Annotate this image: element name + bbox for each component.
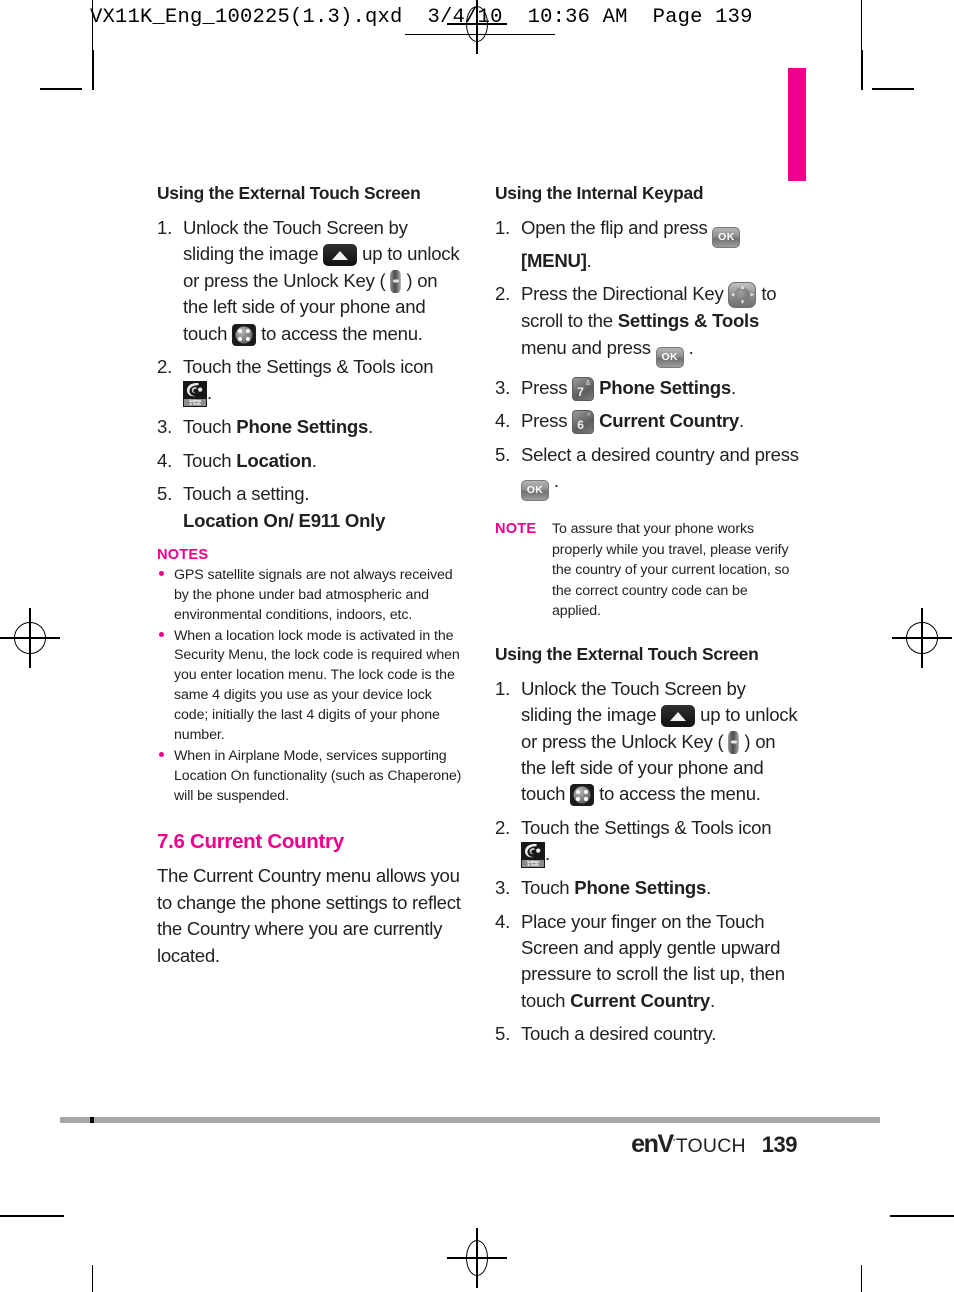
menu-dots-icon [570,784,595,807]
step-number: 1. [495,677,511,699]
emphasis-text: Phone Settings [236,416,369,438]
registration-mark-bottom [447,1228,507,1288]
step-number: 3. [157,416,173,438]
right-keypad-heading: Using the Internal Keypad [495,183,704,203]
section-tab-bar [788,68,806,181]
step-item: 5. Touch a setting. Location On/ E911 Only [157,483,386,531]
chapter-heading: 7.6 Current Country [157,830,344,854]
emphasis-text: [MENU] [521,250,587,271]
left-column: Using the External Touch Screen 1. Unlock… [157,183,462,969]
crop-mark-top-left-h [40,88,82,90]
crop-mark-bottom-right-h [890,1215,954,1217]
step-item: 4. Press 6 ^ Current Country. [495,408,800,435]
left-step-list: 1. Unlock the Touch Screen by sliding the… [157,215,462,534]
slide-up-image-icon [323,244,358,267]
emphasis-text: Phone Settings [574,877,707,899]
note-text: To assure that your phone works properly… [552,520,790,620]
step-item: 4. Place your finger on the Touch Screen … [495,910,785,1011]
right-column: Using the Internal Keypad 1. Open the fli… [495,183,800,1055]
chapter-body-text: The Current Country menu allows you to c… [157,865,461,966]
page-number: 139 [761,1132,798,1157]
slide-up-image-icon [661,705,696,728]
key-7-icon: 7 & [572,376,595,401]
bullet-dot [159,631,164,637]
ok-key-icon: OK [655,346,684,368]
step-item: 3. Touch Phone Settings. [157,414,462,440]
key-6-icon: 6 ^ [572,410,595,435]
registration-mark-left [0,608,60,668]
notes-heading: NOTES [157,546,209,563]
bullet-dot [159,751,164,757]
page-footer: enV·TOUCH 139 [631,1130,797,1159]
emphasis-text: Phone Settings [599,376,731,398]
crop-mark-bottom-right-v [861,1265,863,1292]
directional-key-icon: ▴ ▾ ◂ ▸ [728,282,757,309]
settings-and-tools-icon: Settings & Tools [183,381,207,408]
crop-mark-top-right-v [861,50,863,90]
step-item: 5. Touch a desired country. [495,1021,800,1047]
step-number: 4. [157,449,173,471]
footer-rule [60,1117,880,1123]
prepress-slug-line: VX11K_Eng_100225(1.3).qxd 3/4/10 10:36 A… [90,6,753,29]
ok-key-icon: OK [521,479,549,501]
left-section-heading: Using the External Touch Screen [157,183,421,203]
step-number: 3. [495,877,511,899]
step-item: 2. Touch the Settings & Tools icon Settin… [157,355,434,408]
step-item: 3. Touch Phone Settings. [495,875,800,901]
emphasis-text: Current Country [599,410,739,432]
step-number: 5. [495,443,511,465]
notes-list: GPS satellite signals are not always rec… [157,566,462,807]
step-item: 1. Unlock the Touch Screen by sliding the… [495,677,798,807]
crop-mark-bottom-left-v [92,1265,94,1292]
step-number: 1. [157,217,173,238]
note-item: When in Airplane Mode, services supporti… [157,747,462,807]
settings-and-tools-icon: Settings & Tools [521,842,545,869]
note-label: NOTE [495,520,537,537]
emphasis-text: Location [236,449,312,471]
logo-env-text: enV [631,1130,674,1158]
step-number: 3. [495,376,511,398]
slug-underline [405,34,555,36]
registration-mark-right [892,608,952,668]
right-touch-heading: Using the External Touch Screen [495,643,759,664]
note-item: GPS satellite signals are not always rec… [157,566,462,626]
ok-key-icon: OK [712,227,741,248]
step-item: 1. Unlock the Touch Screen by sliding the… [157,217,460,346]
crop-mark-bottom-left-h [0,1215,64,1217]
note-item: When a location lock mode is activated i… [157,627,462,746]
step-number: 5. [157,483,173,505]
keypad-step-list: 1. Open the flip and press OK [MENU]. 2. Pr… [495,215,800,501]
manual-page: VX11K_Eng_100225(1.3).qxd 3/4/10 10:36 A… [0,0,954,1292]
menu-dots-icon [232,323,257,346]
step-item: 4. Touch Location. [157,448,462,474]
crop-mark-top-left-v [92,50,94,90]
page-edge-line-right [861,0,863,50]
unlock-key-icon [728,730,740,754]
bullet-dot [159,570,164,576]
emphasis-text: Current Country [570,989,710,1011]
step-item: 1. Open the flip and press OK [MENU]. [495,215,800,274]
step-item: 3. Press 7 & Phone Settings. [495,375,800,401]
unlock-key-icon [390,269,402,293]
step-number: 2. [495,283,511,305]
step-number: 1. [495,217,511,238]
emphasis-text: Settings & Tools [617,310,760,332]
step-number: 4. [495,410,511,432]
step-number: 2. [495,816,511,838]
step-item: 5. Select a desired country and press OK … [495,442,800,501]
step-number: 2. [157,355,173,377]
env-touch-logo: enV·TOUCH [631,1130,746,1159]
touch-step-list: 1. Unlock the Touch Screen by sliding the… [495,676,800,1048]
crop-mark-top-right-h [872,88,914,90]
step-item: 2. Touch the Settings & Tools icon Settin… [495,816,772,869]
step-number: 5. [495,1023,511,1045]
note-block: NOTE To assure that your phone works pro… [495,519,800,622]
step-number: 4. [495,910,511,932]
logo-touch-text: TOUCH [675,1135,746,1157]
emphasis-text: Location On/ E911 Only [183,509,386,531]
step-item: 2. Press the Directional Key ▴ ▾ ◂ ▸ to scro… [495,281,800,368]
